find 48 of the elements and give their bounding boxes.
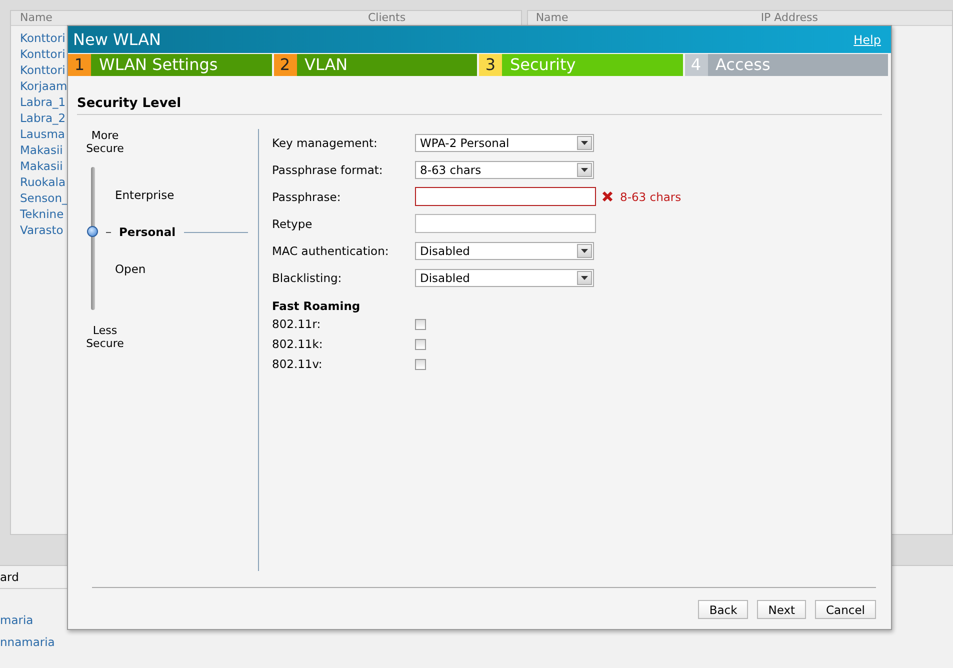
section-title: Security Level — [77, 96, 182, 111]
step-number: 4 — [684, 54, 708, 76]
step-tab[interactable]: WLAN Settings — [91, 54, 272, 76]
field-label: Key management: — [272, 136, 378, 150]
column-header[interactable]: Clients — [358, 11, 518, 25]
field-label: MAC authentication: — [272, 244, 390, 258]
dropdown[interactable]: 8-63 chars — [415, 160, 594, 178]
dialog-button[interactable]: Next — [757, 600, 806, 619]
slider-thumb[interactable] — [87, 226, 98, 237]
step-number: 1 — [68, 54, 91, 76]
scale-bottom-label: Less Secure — [85, 324, 125, 350]
checkbox-label: 802.11r: — [272, 317, 322, 331]
checkbox-label: 802.11k: — [272, 337, 324, 351]
caret-icon — [581, 140, 588, 144]
checkbox[interactable] — [415, 358, 426, 370]
security-level[interactable]: Personal — [119, 225, 176, 239]
checkbox-label: 802.11v: — [272, 357, 324, 371]
column-header[interactable]: IP Address — [760, 11, 941, 25]
error-message: 8-63 chars — [620, 190, 682, 204]
field-label: Passphrase: — [272, 190, 342, 204]
field-label: Passphrase format: — [272, 162, 384, 176]
help-link[interactable]: Help — [854, 32, 881, 46]
caret-icon — [581, 168, 588, 172]
scale-top-label: More Secure — [85, 129, 125, 155]
step-number: 3 — [479, 54, 502, 76]
column-header[interactable]: Name — [528, 11, 761, 25]
caret-icon — [581, 276, 588, 280]
dialog-button[interactable]: Cancel — [815, 600, 876, 619]
security-level[interactable]: Open — [115, 262, 146, 276]
subsection-title: Fast Roaming — [272, 298, 362, 314]
dropdown[interactable]: Disabled — [415, 268, 594, 286]
text-field[interactable] — [415, 187, 596, 206]
access-point-link[interactable]: nnamaria — [0, 635, 205, 649]
dialog-title: New WLAN — [73, 30, 161, 49]
field-label: Retype — [272, 216, 314, 230]
caret-icon — [581, 248, 588, 252]
security-level[interactable]: Enterprise — [115, 188, 174, 202]
field-label: Blacklisting: — [272, 270, 343, 284]
error-icon — [602, 191, 613, 202]
dropdown[interactable]: Disabled — [415, 242, 594, 260]
text-field[interactable] — [415, 214, 596, 233]
step-number: 2 — [274, 54, 296, 76]
column-header[interactable]: Name — [11, 11, 358, 25]
dropdown[interactable]: WPA-2 Personal — [415, 134, 594, 152]
checkbox[interactable] — [415, 318, 426, 330]
dialog-button[interactable]: Back — [698, 600, 748, 619]
checkbox[interactable] — [415, 338, 426, 350]
step-tab[interactable]: VLAN — [296, 54, 477, 76]
